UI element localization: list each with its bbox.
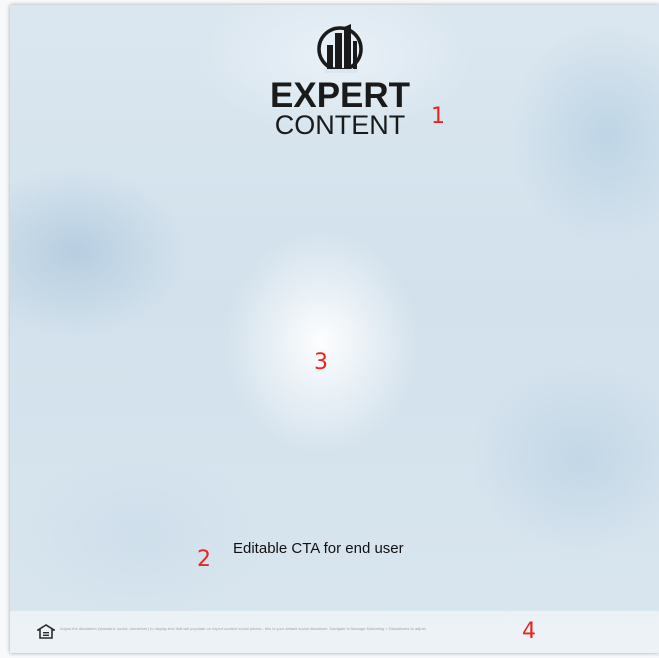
marker-background: 3 <box>314 350 328 375</box>
marker-cta: 2 <box>197 547 211 572</box>
expert-content-logo: EXPERT CONTENT <box>270 21 411 140</box>
disclaimer-text: Adjust the disclaimer (standard, social,… <box>60 626 427 631</box>
marker-footer: 4 <box>522 619 536 644</box>
building-logo-icon <box>317 24 363 73</box>
equal-housing-opportunity-icon <box>37 624 55 639</box>
disclaimer-footer: Adjust the disclaimer (standard, social,… <box>10 611 659 653</box>
logo-text-expert: EXPERT <box>270 76 411 115</box>
marker-logo: 1 <box>431 104 445 129</box>
social-post-canvas: EXPERT CONTENT 1 3 2 Editable CTA for en… <box>10 5 659 653</box>
logo-text-content: CONTENT <box>274 110 406 140</box>
cta-text[interactable]: Editable CTA for end user <box>233 540 404 557</box>
preview-frame: EXPERT CONTENT 1 3 2 Editable CTA for en… <box>0 0 659 658</box>
